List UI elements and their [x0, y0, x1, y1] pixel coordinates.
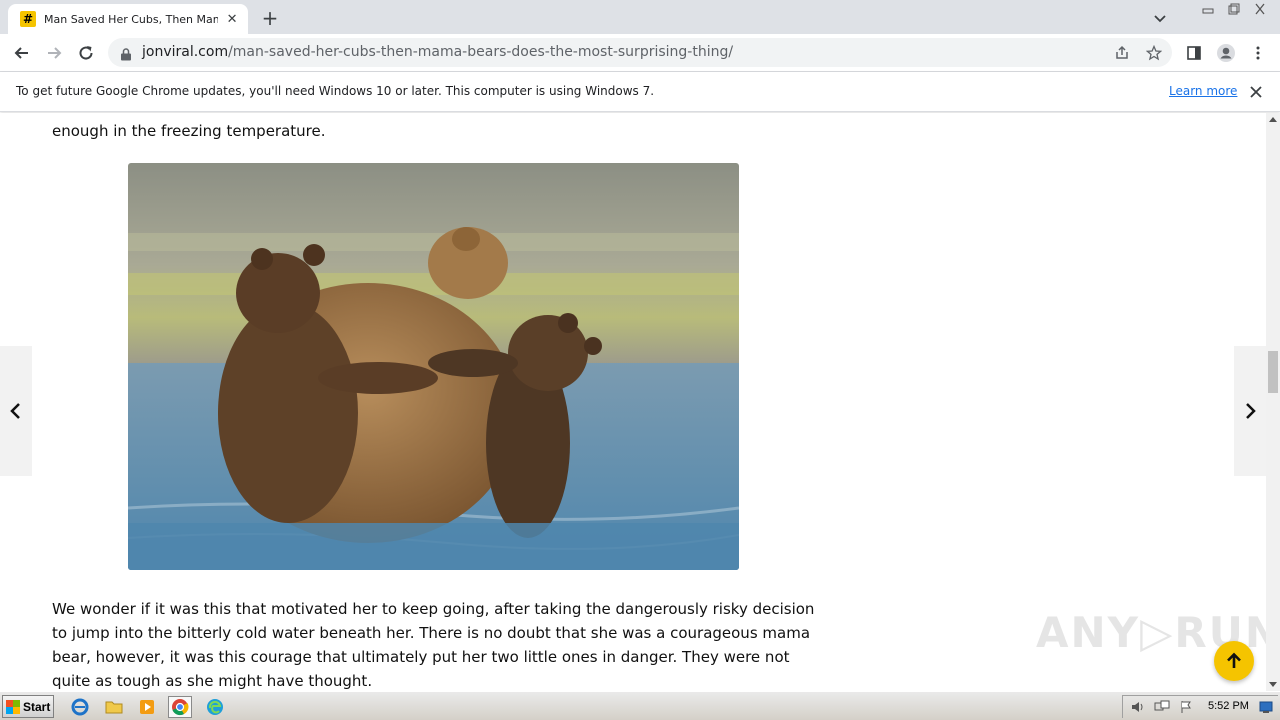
- windows-logo-icon: [6, 699, 20, 714]
- tab-search-chevron-icon[interactable]: [1150, 8, 1170, 28]
- browser-toolbar: jonviral.com/man-saved-her-cubs-then-mam…: [0, 34, 1280, 72]
- side-panel-icon[interactable]: [1182, 41, 1206, 65]
- scroll-thumb[interactable]: [1268, 351, 1278, 393]
- url-host: jonviral.com: [142, 44, 229, 60]
- tab-strip: # Man Saved Her Cubs, Then Mama Bears Do…: [0, 0, 1280, 34]
- site-favicon-icon: #: [20, 11, 36, 27]
- chrome-taskbar-icon[interactable]: [168, 696, 192, 718]
- back-icon[interactable]: [8, 39, 36, 67]
- article-paragraph-bottom: We wonder if it was this that motivated …: [52, 600, 815, 690]
- lock-icon[interactable]: [120, 46, 132, 61]
- network-icon[interactable]: [1153, 698, 1171, 716]
- edge-icon[interactable]: [203, 696, 227, 718]
- next-post-button[interactable]: [1234, 346, 1266, 476]
- minimize-icon[interactable]: [1196, 0, 1220, 18]
- windows-taskbar: Start 5:52 PM: [0, 691, 1280, 720]
- star-icon[interactable]: [1144, 43, 1164, 63]
- article-paragraph-top: enough in the freezing temperature.: [52, 122, 326, 140]
- window-close-icon[interactable]: [1248, 0, 1272, 18]
- reload-icon[interactable]: [72, 39, 100, 67]
- tab-title: Man Saved Her Cubs, Then Mama Bears Does…: [44, 12, 219, 26]
- show-desktop-icon[interactable]: [1256, 696, 1276, 718]
- new-tab-button[interactable]: +: [258, 6, 282, 30]
- system-tray: [1122, 695, 1278, 718]
- update-infobar: To get future Google Chrome updates, you…: [0, 72, 1280, 112]
- scroll-up-arrow-icon[interactable]: [1269, 117, 1277, 122]
- arrow-up-icon: [1227, 652, 1241, 668]
- page-scrollbar[interactable]: [1266, 113, 1280, 691]
- close-icon[interactable]: [1248, 84, 1264, 100]
- previous-post-button[interactable]: [0, 346, 32, 476]
- browser-tab[interactable]: # Man Saved Her Cubs, Then Mama Bears Do…: [8, 4, 248, 34]
- bear-photo: [128, 163, 739, 570]
- learn-more-link[interactable]: Learn more: [1169, 84, 1237, 98]
- chevron-right-icon: [1246, 403, 1256, 419]
- start-label: Start: [23, 699, 51, 714]
- url-text[interactable]: jonviral.com/man-saved-her-cubs-then-mam…: [142, 44, 733, 60]
- infobar-message: To get future Google Chrome updates, you…: [16, 84, 655, 98]
- forward-icon[interactable]: [40, 39, 68, 67]
- media-player-icon[interactable]: [135, 696, 159, 718]
- internet-explorer-icon[interactable]: [68, 696, 92, 718]
- taskbar-clock[interactable]: 5:52 PM: [1208, 700, 1249, 712]
- scroll-to-top-button[interactable]: [1214, 641, 1254, 681]
- volume-icon[interactable]: [1129, 698, 1147, 716]
- window-controls: [1194, 0, 1272, 18]
- web-page: enough in the freezing temperature. We w…: [0, 113, 1266, 691]
- restore-icon[interactable]: [1222, 0, 1246, 18]
- menu-icon[interactable]: [1246, 41, 1270, 65]
- start-button[interactable]: Start: [2, 695, 54, 718]
- profile-icon[interactable]: [1214, 41, 1238, 65]
- scroll-down-arrow-icon[interactable]: [1269, 682, 1277, 687]
- chevron-left-icon: [10, 403, 20, 419]
- tab-close-icon[interactable]: ✕: [224, 12, 240, 27]
- address-bar[interactable]: jonviral.com/man-saved-her-cubs-then-mam…: [108, 38, 1172, 67]
- share-icon[interactable]: [1112, 43, 1132, 63]
- file-explorer-icon[interactable]: [102, 696, 126, 718]
- url-path: /man-saved-her-cubs-then-mama-bears-does…: [228, 44, 734, 60]
- action-center-flag-icon[interactable]: [1177, 698, 1195, 716]
